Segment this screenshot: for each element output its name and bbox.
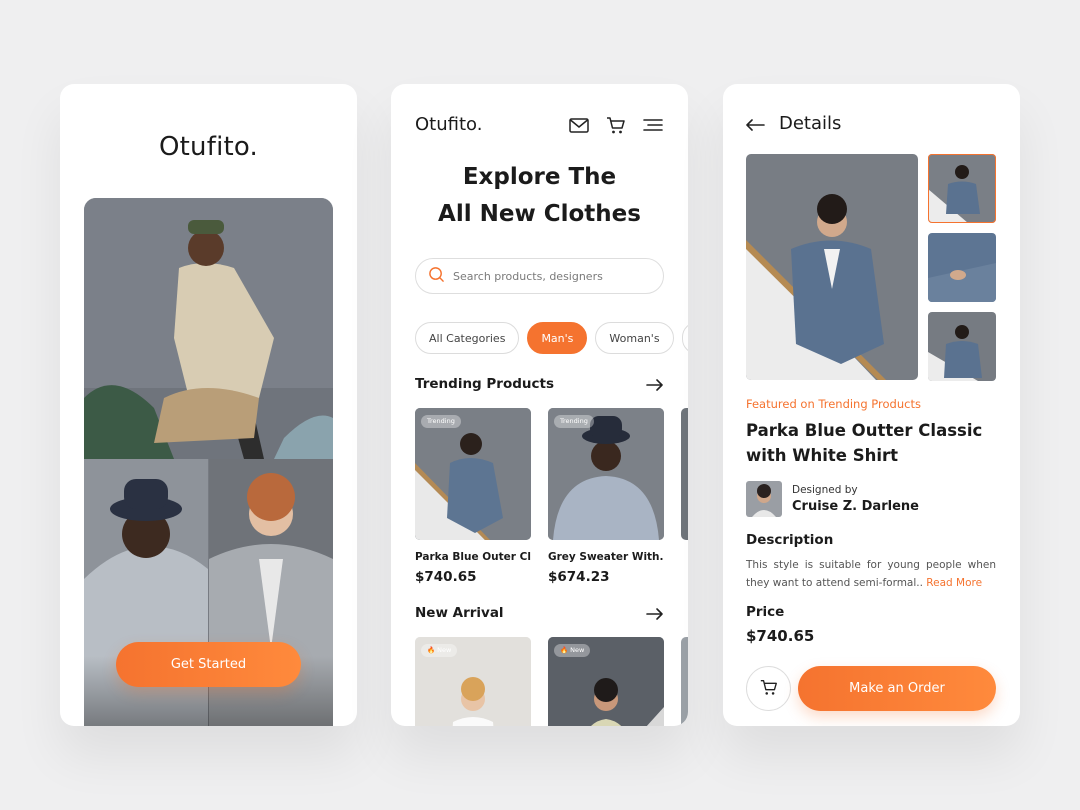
product-image: Trending bbox=[415, 408, 531, 540]
chip-mans[interactable]: Man's bbox=[527, 322, 588, 354]
product-card-peek[interactable] bbox=[681, 637, 688, 726]
details-screen: Details Featured on Trending Products Pa… bbox=[723, 84, 1020, 726]
designer-name: Cruise Z. Darlene bbox=[792, 499, 919, 514]
new-arrival-header: New Arrival bbox=[415, 605, 664, 621]
search-icon bbox=[428, 266, 445, 287]
onboarding-screen: Otufito. Get Started bbox=[60, 84, 357, 726]
page-title: Details bbox=[779, 113, 842, 134]
chip-all-categories[interactable]: All Categories bbox=[415, 322, 520, 354]
thumbnail-3[interactable] bbox=[928, 312, 996, 381]
designer-label: Designed by bbox=[792, 484, 858, 496]
product-card[interactable]: Trending Parka Blue Outer Cl.. $740.65 bbox=[415, 408, 531, 585]
search-bar[interactable] bbox=[415, 258, 664, 294]
description-text: This style is suitable for young people … bbox=[746, 556, 996, 592]
new-badge-label: New bbox=[570, 646, 585, 654]
product-name: Grey Sweater With.. bbox=[548, 551, 664, 563]
product-thumbnails bbox=[928, 154, 996, 381]
thumbnail-2[interactable] bbox=[928, 233, 996, 302]
product-card[interactable]: 🔥 New bbox=[415, 637, 531, 726]
menu-icon[interactable] bbox=[642, 114, 664, 136]
mail-icon[interactable] bbox=[568, 114, 590, 136]
thumbnail-1[interactable] bbox=[928, 154, 996, 223]
add-to-cart-button[interactable] bbox=[746, 666, 791, 711]
product-card[interactable]: 🔥 New bbox=[548, 637, 664, 726]
product-price: $674.23 bbox=[548, 569, 610, 585]
designer-info[interactable]: Designed by Cruise Z. Darlene bbox=[746, 481, 919, 517]
product-title: Parka Blue Outter Classic with White Shi… bbox=[746, 421, 983, 465]
chip-overflow[interactable] bbox=[681, 322, 688, 354]
read-more-link[interactable]: Read More bbox=[926, 577, 982, 589]
headline-line-1: Explore The bbox=[462, 164, 617, 190]
fire-icon: 🔥 bbox=[427, 646, 436, 654]
featured-label: Featured on Trending Products bbox=[746, 397, 921, 411]
trending-header: Trending Products bbox=[415, 376, 664, 392]
arrow-right-icon[interactable] bbox=[646, 606, 664, 620]
category-chips: All Categories Man's Woman's bbox=[415, 322, 688, 354]
app-logo: Otufito. bbox=[415, 114, 483, 135]
explore-screen: Otufito. Explore The All New Clothes All… bbox=[391, 84, 688, 726]
trending-badge: Trending bbox=[554, 415, 594, 428]
description-heading: Description bbox=[746, 532, 834, 548]
new-arrival-title: New Arrival bbox=[415, 605, 504, 621]
product-card[interactable]: Trending Grey Sweater With.. $674.23 bbox=[548, 408, 664, 585]
trending-badge: Trending bbox=[421, 415, 461, 428]
product-image: 🔥 New bbox=[548, 637, 664, 726]
product-price: $740.65 bbox=[415, 569, 477, 585]
product-card-peek[interactable] bbox=[681, 408, 688, 540]
trending-products: Trending Parka Blue Outer Cl.. $740.65 T… bbox=[415, 408, 664, 585]
fire-icon: 🔥 bbox=[560, 646, 569, 654]
app-logo: Otufito. bbox=[158, 132, 259, 162]
hero-photo-man-beige-jacket bbox=[84, 198, 333, 459]
page-headline: Explore The All New Clothes bbox=[391, 159, 688, 233]
get-started-button[interactable]: Get Started bbox=[116, 642, 301, 687]
make-order-button[interactable]: Make an Order bbox=[798, 666, 996, 711]
cart-icon[interactable] bbox=[605, 114, 627, 136]
chip-womans[interactable]: Woman's bbox=[595, 322, 674, 354]
price-heading: Price bbox=[746, 604, 785, 620]
new-badge-label: New bbox=[437, 646, 452, 654]
arrow-right-icon[interactable] bbox=[646, 377, 664, 391]
product-main-image[interactable] bbox=[746, 154, 918, 380]
product-image: 🔥 New bbox=[415, 637, 531, 726]
new-badge: 🔥 New bbox=[554, 644, 591, 657]
designer-avatar bbox=[746, 481, 782, 517]
new-badge: 🔥 New bbox=[421, 644, 458, 657]
top-actions bbox=[568, 114, 664, 136]
back-arrow-icon[interactable] bbox=[745, 117, 765, 131]
trending-title: Trending Products bbox=[415, 376, 555, 392]
price-value: $740.65 bbox=[746, 627, 815, 645]
search-input[interactable] bbox=[453, 269, 643, 283]
headline-line-2: All New Clothes bbox=[438, 201, 641, 227]
product-name: Parka Blue Outer Cl.. bbox=[415, 551, 531, 563]
cart-icon bbox=[759, 677, 779, 700]
product-image: Trending bbox=[548, 408, 664, 540]
new-arrival-products: 🔥 New 🔥 New bbox=[415, 637, 664, 726]
